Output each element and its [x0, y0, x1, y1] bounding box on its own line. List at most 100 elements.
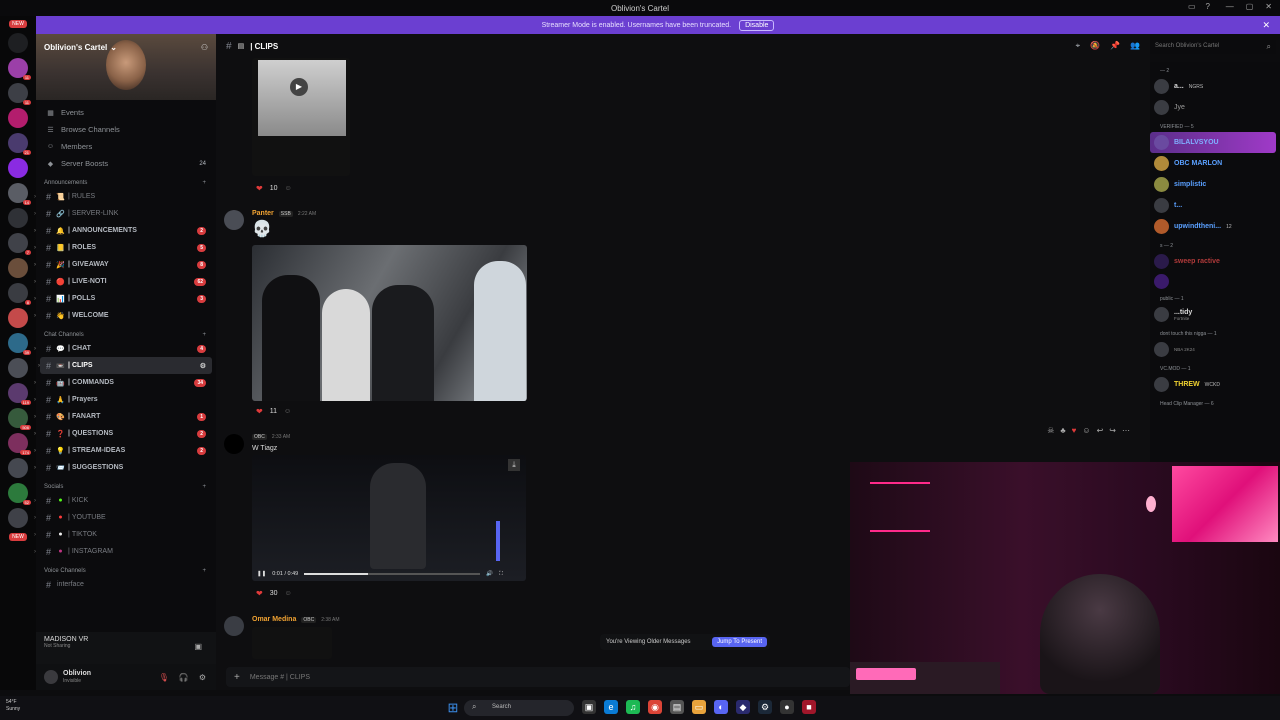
settings-icon[interactable]: ⚙	[199, 673, 206, 682]
video-player[interactable]: ⤓ ❚❚ 0:01 / 0:49 🔊 ⛶	[252, 455, 526, 581]
server-icon[interactable]: 11	[8, 83, 31, 105]
volume-slider[interactable]	[496, 521, 500, 561]
channel-item[interactable]: # › 👋 | WELCOME	[34, 307, 216, 324]
category-socials[interactable]: Socials +	[36, 476, 216, 492]
reaction-emoji[interactable]: ❤	[256, 184, 263, 193]
pause-icon[interactable]: ❚❚	[257, 571, 266, 577]
member-item[interactable]: ...tidy Fortnite	[1150, 304, 1276, 325]
image-attachment[interactable]	[252, 245, 527, 401]
forward-icon[interactable]: ↪	[1109, 426, 1116, 435]
invite-icon[interactable]: ⚇	[201, 43, 208, 52]
member-item[interactable]: simplistic	[1150, 174, 1276, 195]
windows-start-icon[interactable]: ⊞	[446, 701, 460, 715]
search-input[interactable]: Search Oblivion's Cartel ⌕	[1150, 40, 1276, 54]
server-icon[interactable]	[8, 208, 28, 228]
member-item[interactable]: OBC MARLON	[1150, 153, 1276, 174]
avatar[interactable]	[224, 434, 244, 454]
member-item[interactable]: NBA 2K24	[1150, 339, 1276, 360]
channel-item[interactable]: # › 🎨 | FANART 1	[34, 408, 216, 425]
member-item[interactable]: sweep ractive	[1150, 251, 1276, 272]
add-reaction-icon[interactable]: ☺	[285, 590, 292, 597]
screen-share-icon[interactable]: ▣	[194, 642, 202, 651]
reaction-emoji[interactable]: ❤	[256, 589, 263, 598]
channel-item[interactable]: # › ● | YOUTUBE	[34, 509, 216, 526]
channel-item[interactable]: # › 💡 | STREAM-IDEAS 2	[34, 442, 216, 459]
file-explorer-icon[interactable]: ▭	[692, 700, 706, 714]
add-channel-icon[interactable]: +	[202, 568, 206, 574]
sidebar-nav-item[interactable]: ☰ Browse Channels	[36, 121, 216, 138]
avatar[interactable]	[224, 210, 244, 230]
server-icon[interactable]: 7	[8, 233, 31, 255]
category-chat[interactable]: Chat Channels +	[36, 324, 216, 340]
notification-icon[interactable]: 🔕	[1090, 41, 1100, 51]
member-item[interactable]: a... NGRS	[1150, 76, 1276, 97]
app-icon[interactable]: ■	[802, 700, 816, 714]
attach-icon[interactable]: +	[234, 672, 240, 683]
download-icon[interactable]: ⤓	[508, 459, 520, 471]
channel-item[interactable]: # › 🔴 | LIVE-NOTI 62	[34, 273, 216, 290]
add-reaction-icon[interactable]: ☺	[285, 185, 292, 192]
threads-icon[interactable]: ⌖	[1076, 41, 1081, 51]
channel-item[interactable]: # › 🙏 | Prayers	[34, 391, 216, 408]
minimize-icon[interactable]: —	[1226, 2, 1234, 11]
edge-icon[interactable]: e	[604, 700, 618, 714]
pin-icon[interactable]: 📌	[1110, 41, 1120, 51]
maximize-icon[interactable]: ▢	[1246, 2, 1254, 11]
video-scrubber[interactable]	[304, 573, 481, 575]
avatar[interactable]	[44, 670, 58, 684]
category-voice[interactable]: Voice Channels +	[36, 560, 216, 576]
server-icon[interactable]	[8, 258, 28, 278]
channel-item[interactable]: # › 🔔 | ANNOUNCEMENTS 2	[34, 222, 216, 239]
channel-item[interactable]: # › ● | TIKTOK	[34, 526, 216, 543]
channel-item[interactable]: # › 🔗 | SERVER-LINK	[34, 205, 216, 222]
taskbar-search[interactable]: ⌕ Search	[464, 700, 574, 716]
server-icon[interactable]	[8, 508, 28, 528]
jump-to-present-button[interactable]: Jump To Present	[712, 637, 767, 647]
close-icon[interactable]: ✕	[1265, 2, 1272, 11]
banner-close-icon[interactable]: ✕	[1262, 20, 1270, 31]
server-banner[interactable]: Oblivion's Cartel ⌄ ⚇	[36, 34, 216, 100]
channel-item[interactable]: # › ● | INSTAGRAM	[34, 543, 216, 560]
video-embed[interactable]	[252, 627, 332, 659]
add-channel-icon[interactable]: +	[202, 484, 206, 490]
disable-button[interactable]: Disable	[739, 19, 775, 31]
sidebar-nav-item[interactable]: ▦ Events	[36, 104, 216, 121]
weather-widget[interactable]: 54°F Sunny	[6, 699, 20, 713]
app-icon[interactable]: ◆	[736, 700, 750, 714]
add-reaction-icon[interactable]: ☺	[284, 408, 291, 415]
play-icon[interactable]: ▶	[290, 78, 308, 96]
category-announcements[interactable]: Announcements +	[36, 172, 216, 188]
reaction-icon[interactable]: ♣	[1060, 426, 1065, 435]
sidebar-nav-item[interactable]: ◆ Server Boosts 24	[36, 155, 216, 172]
add-channel-icon[interactable]: +	[202, 332, 206, 338]
server-icon[interactable]	[8, 108, 28, 128]
channel-item[interactable]: # › 🎉 | GIVEAWAY 8	[34, 256, 216, 273]
reply-icon[interactable]: ↩	[1097, 426, 1104, 435]
channel-item[interactable]: # › 📜 | RULES	[34, 188, 216, 205]
channel-item[interactable]: # › 💬 | CHAT 4	[34, 340, 216, 357]
server-icon[interactable]	[8, 158, 28, 178]
server-icon[interactable]	[8, 358, 28, 378]
add-channel-icon[interactable]: +	[202, 180, 206, 186]
member-item[interactable]	[1150, 272, 1276, 290]
reaction-emoji[interactable]: ❤	[256, 407, 263, 416]
more-icon[interactable]: ⋯	[1122, 426, 1130, 435]
app-icon[interactable]: ●	[780, 700, 794, 714]
server-icon[interactable]	[8, 458, 28, 478]
fullscreen-icon[interactable]: ⛶	[499, 571, 503, 578]
member-list-icon[interactable]: 👥	[1130, 41, 1140, 51]
server-icon[interactable]: 14	[8, 183, 31, 205]
chrome-icon[interactable]: ◉	[648, 700, 662, 714]
server-icon[interactable]: 174	[8, 433, 31, 455]
member-item[interactable]: THREW WCKD	[1150, 374, 1276, 395]
store-icon[interactable]: ▤	[670, 700, 684, 714]
discord-icon[interactable]: ◐	[714, 700, 728, 714]
skull-reaction-icon[interactable]: ☠	[1047, 426, 1054, 435]
channel-item[interactable]: # › 📒 | ROLES 5	[34, 239, 216, 256]
server-icon[interactable]: 11	[8, 58, 31, 80]
mute-icon[interactable]: 🎙	[159, 673, 169, 682]
member-item[interactable]: Jye	[1150, 97, 1276, 118]
avatar[interactable]	[224, 616, 244, 636]
server-icon[interactable]: 8	[8, 283, 31, 305]
heart-icon[interactable]: ♥	[1072, 426, 1077, 435]
